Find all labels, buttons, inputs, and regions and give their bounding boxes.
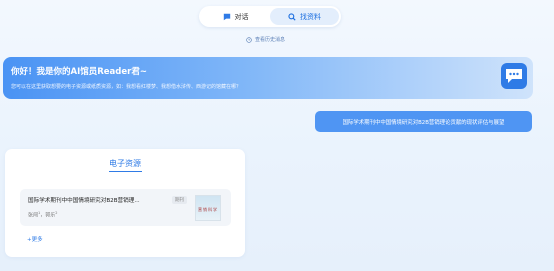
banner-subtitle: 您可以在这里获取想要的电子资源或纸质资源，如：我想看红楼梦、我想借水浒传、西游记…: [11, 84, 242, 90]
tab-chat-label: 对话: [234, 12, 249, 21]
welcome-banner: 你好！我是你的AI馆员Reader君~ 您可以在这里获取想要的电子资源或纸质资源…: [3, 57, 533, 99]
chat-bubble-icon: [501, 63, 527, 89]
card-title[interactable]: 电子资源: [5, 158, 245, 169]
history-link-label: 查看历史消息: [255, 37, 286, 43]
tab-chat[interactable]: 对话: [201, 8, 270, 25]
tab-find-resources-label: 找资料: [300, 12, 321, 21]
resource-cover-thumbnail: 营销科学: [195, 195, 221, 221]
resource-authors: 张闯1，郭乐2: [28, 211, 223, 219]
chat-icon: [223, 13, 230, 20]
resource-card: 电子资源 国际学术期刊中中国情境研究对B2B营销理... 张闯1，郭乐2 期刊 …: [5, 149, 245, 257]
clock-icon: [246, 36, 252, 43]
tab-find-resources[interactable]: 找资料: [270, 8, 339, 25]
resource-type-badge: 期刊: [172, 196, 187, 204]
search-icon: [288, 12, 296, 21]
banner-title: 你好！我是你的AI馆员Reader君~: [11, 67, 147, 77]
history-link[interactable]: 查看历史消息: [246, 36, 285, 43]
author-2: 郭乐: [45, 212, 56, 219]
resource-title: 国际学术期刊中中国情境研究对B2B营销理...: [28, 198, 140, 204]
resource-item[interactable]: 国际学术期刊中中国情境研究对B2B营销理... 张闯1，郭乐2 期刊 营销科学: [20, 189, 231, 226]
user-message: 国际学术期刊中中国情境研究对B2B营销理论贡献的现状评估与展望: [315, 111, 532, 132]
card-title-underline: [109, 171, 142, 172]
author-1: 张闯: [28, 212, 39, 219]
more-link[interactable]: +更多: [27, 235, 43, 243]
mode-tabs: 对话 找资料: [199, 6, 341, 27]
author-2-sup: 2: [55, 211, 58, 215]
thumbnail-text: 营销科学: [198, 207, 218, 212]
